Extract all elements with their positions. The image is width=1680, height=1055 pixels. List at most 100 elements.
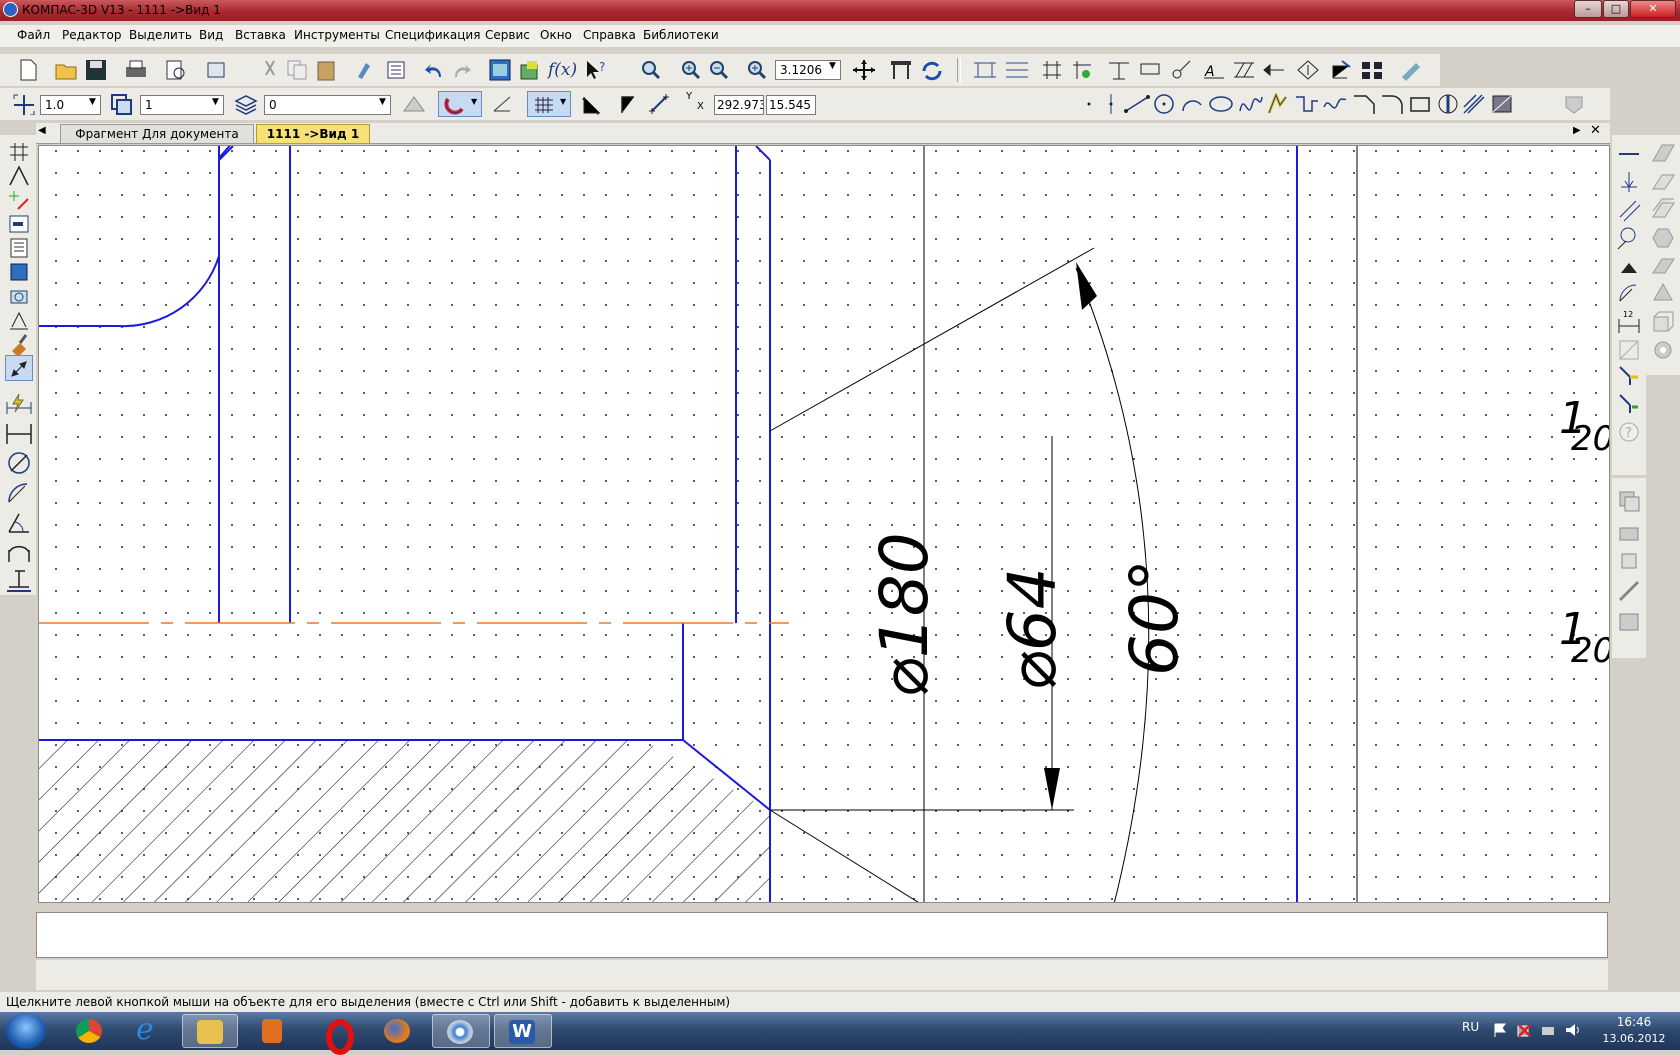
- clock-time[interactable]: 16:46: [1600, 1015, 1668, 1029]
- rotate-object-icon[interactable]: [1616, 548, 1642, 574]
- parametrization-panel-icon[interactable]: [8, 237, 30, 259]
- sketch-plane-icon[interactable]: [1650, 253, 1676, 279]
- collect-contour-icon[interactable]: [1562, 93, 1586, 115]
- measure-icon[interactable]: [1398, 59, 1428, 81]
- arc-icon[interactable]: [1180, 93, 1204, 115]
- menu-tools[interactable]: Инструменты: [294, 28, 380, 42]
- redo-icon[interactable]: [451, 59, 473, 81]
- zoom-in-icon[interactable]: [680, 59, 702, 81]
- kompas-app-icon[interactable]: [3, 2, 18, 17]
- cursor-snap-icon[interactable]: [618, 93, 642, 115]
- paste-icon[interactable]: [315, 59, 337, 81]
- polyline-icon[interactable]: [1294, 93, 1320, 115]
- document-manager-icon[interactable]: [206, 59, 236, 81]
- diameter-dimension-icon[interactable]: [5, 450, 33, 476]
- dimension-chain-icon[interactable]: [1004, 59, 1030, 81]
- measure-panel-icon[interactable]: [8, 261, 30, 283]
- spec-panel-icon[interactable]: [8, 333, 30, 355]
- open-folder-icon[interactable]: [55, 59, 79, 81]
- tab-view-1[interactable]: 1111 ->Вид 1: [256, 124, 370, 143]
- dimensions-panel-icon[interactable]: [8, 165, 30, 187]
- copy-object-icon[interactable]: [1616, 488, 1642, 514]
- menu-insert[interactable]: Вставка: [235, 28, 286, 42]
- language-indicator[interactable]: RU: [1462, 1020, 1479, 1034]
- maximize-button[interactable]: □: [1603, 0, 1629, 18]
- parallel-lines-icon[interactable]: [1616, 197, 1642, 223]
- snap-point-icon[interactable]: [1070, 59, 1094, 81]
- box-icon[interactable]: [1650, 309, 1676, 335]
- hexagon-icon[interactable]: [1650, 225, 1676, 251]
- print-icon[interactable]: [124, 59, 148, 81]
- drawing-canvas[interactable]: ⌀180 ⌀64 60° 1 20 1 20: [38, 145, 1610, 903]
- dimension-diameter-180[interactable]: ⌀180: [866, 532, 943, 698]
- volume-icon[interactable]: [1564, 1022, 1582, 1038]
- menu-editor[interactable]: Редактор: [62, 28, 121, 42]
- snap-dropdown-icon[interactable]: ▼: [471, 97, 477, 106]
- fill-icon[interactable]: [1490, 93, 1516, 115]
- angular-dimension-icon[interactable]: [5, 510, 33, 536]
- layer-dropdown-icon[interactable]: ▼: [379, 97, 386, 107]
- taskbar-internet-explorer[interactable]: e: [122, 1012, 178, 1048]
- dimension-diameter-64[interactable]: ⌀64: [994, 567, 1071, 691]
- autoline-icon[interactable]: [1266, 93, 1290, 115]
- menu-libraries[interactable]: Библиотеки: [643, 28, 719, 42]
- power-icon[interactable]: [1540, 1022, 1556, 1038]
- symmetry-icon[interactable]: [1616, 363, 1642, 389]
- menu-window[interactable]: Окно: [540, 28, 572, 42]
- dimensions-tool-active[interactable]: [5, 355, 33, 381]
- taskbar-file-explorer[interactable]: [182, 1014, 238, 1048]
- flag-icon[interactable]: [1492, 1022, 1508, 1038]
- layer-field[interactable]: 0: [264, 95, 391, 115]
- zoom-scale-icon[interactable]: [746, 59, 768, 81]
- local-coordinate-icon[interactable]: [12, 93, 36, 115]
- hatch-icon[interactable]: [1232, 59, 1256, 81]
- help-icon[interactable]: ?: [1616, 419, 1642, 445]
- taskbar-firefox[interactable]: [370, 1014, 426, 1048]
- size-12-icon[interactable]: 12: [1616, 309, 1642, 335]
- position-leader-icon[interactable]: [1170, 59, 1194, 81]
- taskbar-word[interactable]: W: [494, 1014, 552, 1048]
- associative-views-panel-icon[interactable]: [8, 309, 30, 331]
- geometry-panel-icon[interactable]: [8, 141, 30, 163]
- property-panel[interactable]: [36, 912, 1608, 958]
- taskbar-opera[interactable]: [308, 1014, 364, 1055]
- edit-panel-icon[interactable]: [8, 213, 30, 235]
- state-icon[interactable]: [110, 93, 134, 115]
- line-scale-dropdown-icon[interactable]: ▼: [89, 97, 96, 107]
- surface-icon[interactable]: [1650, 141, 1676, 167]
- point-icon[interactable]: [1078, 93, 1100, 115]
- context-help-icon[interactable]: ?: [584, 59, 610, 81]
- clock-date[interactable]: 13.06.2012: [1598, 1032, 1670, 1045]
- save-icon[interactable]: [85, 59, 107, 81]
- bezier-icon[interactable]: [1322, 93, 1348, 115]
- circle-tangent-icon[interactable]: [1616, 225, 1642, 251]
- cursor-x-field[interactable]: 292.973: [714, 95, 764, 115]
- stack-icon[interactable]: [1650, 197, 1676, 223]
- close-document-icon[interactable]: ✕: [1590, 123, 1601, 138]
- ortho-icon[interactable]: [490, 93, 514, 115]
- new-document-icon[interactable]: [18, 59, 38, 81]
- zoom-window-icon[interactable]: [640, 59, 662, 81]
- cursor-y-field[interactable]: 15.545: [766, 95, 816, 115]
- layers-icon[interactable]: [234, 93, 258, 115]
- vertex-icon[interactable]: [1616, 253, 1642, 279]
- symbols-panel-icon[interactable]: [8, 189, 30, 211]
- taskbar-media-player[interactable]: [244, 1014, 300, 1048]
- tab-scroll-right-icon[interactable]: ▶: [1573, 125, 1581, 136]
- cut-icon[interactable]: [260, 59, 280, 81]
- ellipse-icon[interactable]: [1208, 93, 1234, 115]
- fillet-icon[interactable]: [1380, 93, 1404, 115]
- dimension-linear-icon[interactable]: [972, 59, 998, 81]
- auto-dimension-icon[interactable]: [5, 392, 33, 416]
- hatching-icon[interactable]: [1462, 93, 1486, 115]
- variables-icon[interactable]: f(x): [548, 60, 577, 80]
- layout-icon[interactable]: [1360, 59, 1386, 81]
- menu-specification[interactable]: Спецификация: [385, 28, 480, 42]
- properties-icon[interactable]: [385, 59, 407, 81]
- minimize-button[interactable]: –: [1574, 0, 1602, 18]
- tab-scroll-left-icon[interactable]: ◀: [38, 125, 46, 136]
- line-style-icon[interactable]: [1616, 141, 1642, 167]
- layer-state-dropdown-icon[interactable]: ▼: [212, 97, 219, 107]
- spline-icon[interactable]: [1238, 93, 1264, 115]
- taskbar-kompas[interactable]: [432, 1014, 490, 1048]
